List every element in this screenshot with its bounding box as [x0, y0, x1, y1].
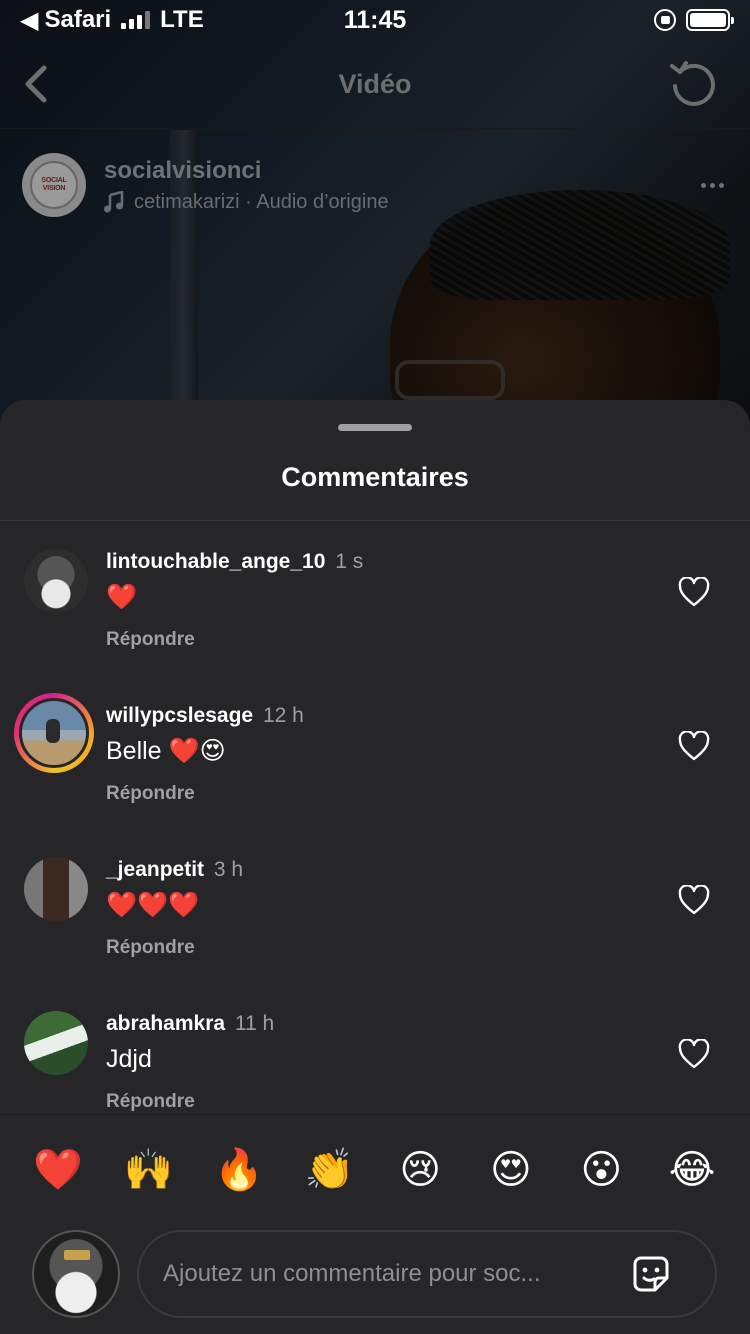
- comment-item: _jeanpetit 3 h ❤️❤️❤️ Répondre: [0, 829, 750, 983]
- sheet-grabber-handle[interactable]: [338, 424, 412, 431]
- reply-button[interactable]: Répondre: [106, 1091, 646, 1113]
- back-to-app-label[interactable]: Safari: [44, 6, 111, 34]
- music-note-icon: [104, 191, 124, 213]
- post-author-username[interactable]: socialvisionci: [104, 157, 692, 185]
- sticker-icon[interactable]: [627, 1250, 675, 1298]
- reply-button[interactable]: Répondre: [106, 783, 646, 805]
- comments-sheet: Commentaires lintouchable_ange_10 1 s ❤️…: [0, 400, 750, 1334]
- comment-input-container[interactable]: [137, 1230, 717, 1318]
- comment-item: willypcslesage 12 h Belle ❤️😍 Répondre: [0, 675, 750, 829]
- comment-item: abrahamkra 11 h Jdjd Répondre: [0, 983, 750, 1115]
- comment-timestamp: 12 h: [262, 704, 304, 727]
- comment-timestamp: 3 h: [213, 858, 244, 881]
- social-vision-logo: SOCIAL VISION: [30, 161, 78, 209]
- reply-button[interactable]: Répondre: [106, 629, 646, 651]
- comment-text: Belle ❤️😍: [106, 737, 226, 765]
- top-navigation: Vidéo: [0, 40, 750, 128]
- like-heart-icon[interactable]: [678, 731, 710, 761]
- comment-text: ❤️: [106, 583, 138, 611]
- comment-item: lintouchable_ange_10 1 s ❤️ Répondre: [0, 521, 750, 675]
- carrier-label: LTE: [160, 6, 204, 33]
- reply-button[interactable]: Répondre: [106, 937, 646, 959]
- emoji-fire-button[interactable]: 🔥: [195, 1142, 283, 1198]
- commenter-avatar[interactable]: [24, 549, 88, 613]
- emoji-raised-hands-button[interactable]: 🙌: [105, 1142, 193, 1198]
- current-user-avatar: [32, 1230, 120, 1318]
- emoji-surprised-button[interactable]: 😮: [557, 1142, 645, 1198]
- commenter-username[interactable]: willypcslesage: [106, 704, 253, 727]
- comment-text: Jdjd: [106, 1045, 152, 1073]
- post-audio-info[interactable]: cetimakarizi · Audio d’origine: [104, 191, 692, 214]
- comments-list[interactable]: lintouchable_ange_10 1 s ❤️ Répondre wil…: [0, 521, 750, 1115]
- nav-divider: [0, 128, 750, 129]
- comment-text: ❤️❤️❤️: [106, 891, 200, 919]
- sheet-title: Commentaires: [281, 462, 469, 492]
- like-heart-icon[interactable]: [678, 885, 710, 915]
- battery-icon: [686, 9, 734, 31]
- refresh-icon[interactable]: [668, 58, 720, 110]
- post-header: SOCIAL VISION socialvisionci cetimakariz…: [22, 150, 732, 220]
- commenter-avatar[interactable]: [24, 1011, 88, 1075]
- like-heart-icon[interactable]: [678, 1039, 710, 1069]
- like-heart-icon[interactable]: [678, 577, 710, 607]
- post-audio-label: cetimakarizi · Audio d’origine: [134, 190, 389, 213]
- emoji-bar-divider: [0, 1114, 750, 1115]
- back-chevron-icon[interactable]: [18, 62, 58, 106]
- status-bar: ◀ Safari LTE 11:45: [0, 0, 750, 40]
- commenter-username[interactable]: _jeanpetit: [106, 858, 204, 881]
- commenter-avatar[interactable]: [24, 857, 88, 921]
- emoji-clap-button[interactable]: 👏: [286, 1142, 374, 1198]
- commenter-username[interactable]: abrahamkra: [106, 1012, 225, 1035]
- clock: 11:45: [343, 5, 407, 34]
- comment-timestamp: 11 h: [234, 1012, 275, 1035]
- orientation-lock-icon: [654, 9, 676, 31]
- emoji-crying-button[interactable]: 😢: [376, 1142, 464, 1198]
- comment-timestamp: 1 s: [335, 550, 364, 573]
- comment-composer: [0, 1230, 750, 1320]
- commenter-username[interactable]: lintouchable_ange_10: [106, 550, 325, 573]
- commenter-avatar-with-story-ring[interactable]: [14, 693, 94, 773]
- quick-emoji-bar: ❤️ 🙌 🔥 👏 😢 😍 😮 😂: [14, 1142, 736, 1198]
- comment-input[interactable]: [163, 1260, 627, 1288]
- page-title: Vidéo: [338, 68, 412, 99]
- back-to-app-icon[interactable]: ◀: [20, 6, 38, 35]
- post-author-avatar[interactable]: SOCIAL VISION: [22, 153, 86, 217]
- more-options-icon[interactable]: [692, 182, 732, 188]
- cellular-signal-icon: [121, 11, 151, 29]
- emoji-heart-eyes-button[interactable]: 😍: [467, 1142, 555, 1198]
- emoji-laughing-button[interactable]: 😂: [648, 1142, 736, 1198]
- emoji-heart-button[interactable]: ❤️: [14, 1142, 102, 1198]
